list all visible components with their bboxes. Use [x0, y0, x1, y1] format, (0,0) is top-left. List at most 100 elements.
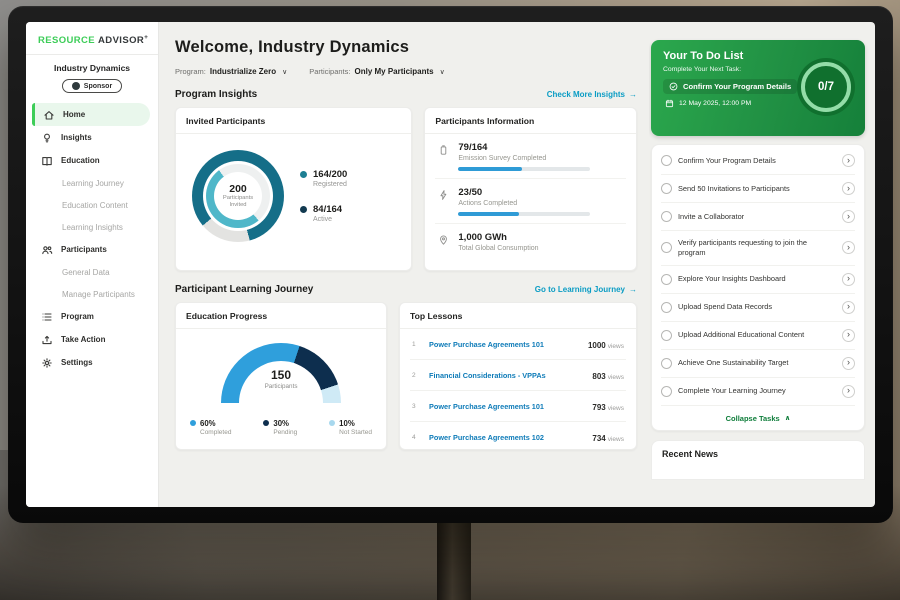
sidebar-item-label: Insights	[61, 133, 92, 142]
checkbox-icon[interactable]	[661, 183, 672, 194]
progress-bar	[458, 212, 590, 216]
insights-cards-row: Invited Participants 200 Participants In…	[175, 107, 637, 271]
task-label: Achieve One Sustainability Target	[678, 358, 836, 368]
legend-dot	[263, 420, 269, 426]
chevron-right-icon[interactable]: ›	[842, 301, 855, 314]
program-filter[interactable]: Program: Industrialize Zero ∨	[175, 67, 287, 76]
sidebar-item-learning-journey[interactable]: Learning Journey	[26, 172, 158, 194]
task-row[interactable]: Complete Your Learning Journey ›	[661, 378, 855, 406]
lesson-title-link[interactable]: Power Purchase Agreements 101	[429, 402, 585, 411]
legend-item-not-started: 10% Not Started	[329, 419, 372, 436]
lesson-title-link[interactable]: Power Purchase Agreements 102	[429, 433, 585, 442]
todo-next-task-label: Confirm Your Program Details	[683, 82, 791, 91]
legend-label: Completed	[200, 429, 231, 436]
task-row[interactable]: Invite a Collaborator ›	[661, 203, 855, 231]
chevron-right-icon[interactable]: ›	[842, 385, 855, 398]
legend-label: Not Started	[339, 429, 372, 436]
chevron-right-icon[interactable]: ›	[842, 241, 855, 254]
participants-filter[interactable]: Participants: Only My Participants ∨	[309, 67, 445, 76]
sponsor-label: Sponsor	[84, 83, 112, 90]
task-row[interactable]: Upload Additional Educational Content ›	[661, 322, 855, 350]
donut-center-value: 200	[229, 183, 247, 195]
sidebar-item-general-data[interactable]: General Data	[26, 261, 158, 283]
collapse-tasks-link[interactable]: Collapse Tasks ∧	[661, 406, 855, 430]
task-label: Send 50 Invitations to Participants	[678, 184, 836, 194]
education-progress-card: Education Progress 150 Participants	[175, 302, 387, 450]
task-row[interactable]: Send 50 Invitations to Participants ›	[661, 175, 855, 203]
task-row[interactable]: Confirm Your Program Details ›	[661, 147, 855, 175]
lesson-views-value: 734	[592, 434, 605, 443]
task-row[interactable]: Verify participants requesting to join t…	[661, 231, 855, 266]
location-pin-icon	[437, 232, 449, 252]
checkbox-icon[interactable]	[661, 211, 672, 222]
legend-label: Active	[313, 216, 342, 223]
learning-cards-row: Education Progress 150 Participants	[175, 302, 637, 450]
stat-label: Emission Survey Completed	[458, 155, 590, 162]
checkbox-icon[interactable]	[661, 358, 672, 369]
sidebar-item-label: Take Action	[61, 335, 105, 344]
chevron-right-icon[interactable]: ›	[842, 182, 855, 195]
checkbox-icon[interactable]	[661, 302, 672, 313]
task-row[interactable]: Achieve One Sustainability Target ›	[661, 350, 855, 378]
recent-news-card: Recent News	[651, 440, 865, 480]
resource-advisor-logo: RESOURCEADVISOR+	[26, 32, 158, 54]
chevron-right-icon[interactable]: ›	[842, 357, 855, 370]
chevron-right-icon[interactable]: ›	[842, 154, 855, 167]
legend-value: 164/200	[313, 169, 347, 180]
sidebar-item-take-action[interactable]: Take Action	[26, 328, 158, 351]
chevron-down-icon: ∨	[440, 68, 445, 76]
lesson-views-value: 1000	[588, 341, 606, 350]
stat-value: 1,000 GWh	[458, 232, 538, 243]
sidebar-item-insights[interactable]: Insights	[26, 126, 158, 149]
lesson-views-label: views	[608, 436, 624, 443]
task-label: Confirm Your Program Details	[678, 156, 836, 166]
gauge-center: 150 Participants	[221, 368, 341, 390]
list-icon	[40, 310, 53, 323]
sidebar-item-label: Manage Participants	[62, 290, 135, 299]
sidebar-item-label: Program	[61, 312, 94, 321]
upload-action-icon	[40, 333, 53, 346]
home-icon	[42, 108, 55, 121]
sidebar-item-education-content[interactable]: Education Content	[26, 194, 158, 216]
checkbox-icon[interactable]	[661, 386, 672, 397]
lesson-views-value: 803	[592, 372, 605, 381]
checkbox-icon[interactable]	[661, 155, 672, 166]
sidebar-item-home[interactable]: Home	[32, 103, 150, 126]
sidebar-item-manage-participants[interactable]: Manage Participants	[26, 283, 158, 305]
legend-label: Registered	[313, 181, 347, 188]
todo-progress-ring: 0/7	[797, 58, 855, 116]
lesson-title-link[interactable]: Financial Considerations - VPPAs	[429, 371, 585, 380]
sidebar-item-settings[interactable]: Settings	[26, 351, 158, 374]
go-to-learning-journey-link[interactable]: Go to Learning Journey →	[535, 285, 637, 294]
stat-actions-completed: 23/50 Actions Completed	[435, 179, 626, 224]
sidebar-item-learning-insights[interactable]: Learning Insights	[26, 216, 158, 238]
chevron-right-icon[interactable]: ›	[842, 329, 855, 342]
sidebar-item-education[interactable]: Education	[26, 149, 158, 172]
legend-value: 60%	[200, 419, 231, 428]
sidebar-item-participants[interactable]: Participants	[26, 238, 158, 261]
chevron-right-icon[interactable]: ›	[842, 273, 855, 286]
lesson-row: 4 Power Purchase Agreements 102 734views	[410, 422, 626, 450]
checkbox-icon[interactable]	[661, 330, 672, 341]
sidebar-item-program[interactable]: Program	[26, 305, 158, 328]
chevron-right-icon[interactable]: ›	[842, 210, 855, 223]
legend-value: 30%	[273, 419, 297, 428]
education-gauge-area: 150 Participants 60% Completed	[186, 329, 376, 436]
lesson-rank: 2	[412, 372, 422, 379]
filter-bar: Program: Industrialize Zero ∨ Participan…	[175, 67, 637, 76]
task-row[interactable]: Explore Your Insights Dashboard ›	[661, 266, 855, 294]
check-more-insights-link[interactable]: Check More Insights →	[547, 90, 637, 99]
gauge-center-label: Participants	[221, 383, 341, 390]
legend-item-completed: 60% Completed	[190, 419, 231, 436]
task-label: Upload Spend Data Records	[678, 302, 836, 312]
main-content: Welcome, Industry Dynamics Program: Indu…	[159, 22, 649, 507]
lesson-title-link[interactable]: Power Purchase Agreements 101	[429, 340, 581, 349]
task-row[interactable]: Upload Spend Data Records ›	[661, 294, 855, 322]
checkbox-icon[interactable]	[661, 274, 672, 285]
arrow-right-icon: →	[629, 90, 637, 99]
todo-next-task[interactable]: Confirm Your Program Details	[663, 79, 797, 94]
checkbox-icon[interactable]	[661, 242, 672, 253]
collapse-label: Collapse Tasks	[726, 414, 780, 423]
link-label: Check More Insights	[547, 90, 625, 99]
lightbulb-icon	[40, 131, 53, 144]
